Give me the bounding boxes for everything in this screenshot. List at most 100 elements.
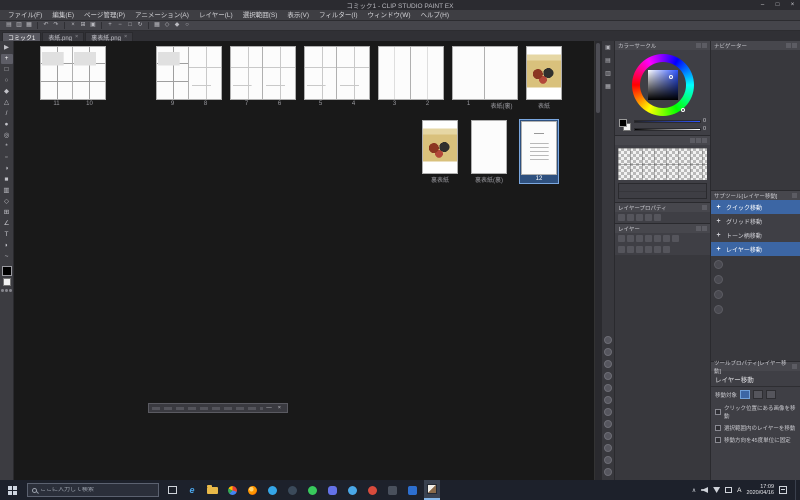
page-thumbnail[interactable] [189, 46, 222, 100]
collapsed-palette-icon[interactable] [604, 396, 612, 404]
collapsed-subtool-icon[interactable] [714, 290, 723, 299]
subtool-quick-move[interactable]: + クイック移動 [711, 200, 800, 214]
page-spread-11-10[interactable]: 11 10 [40, 46, 106, 107]
menu-selection[interactable]: 選択範囲(S) [238, 10, 283, 21]
gradient-tool[interactable]: ▥ [1, 186, 13, 196]
checkbox-icon[interactable] [715, 437, 721, 443]
fit-view-icon[interactable]: □ [125, 21, 135, 30]
eyedropper-tool[interactable]: ◆ [1, 87, 13, 97]
subtool-layer-move[interactable]: + レイヤー移動 [711, 242, 800, 256]
inside-back-cover-thumbnail[interactable]: 裏表紙(裏) [471, 120, 507, 184]
rotate-view-icon[interactable]: ↻ [135, 21, 145, 30]
menu-window[interactable]: ウィンドウ(W) [363, 10, 416, 21]
chrome-icon[interactable] [224, 480, 240, 500]
copy-icon[interactable]: ⊞ [78, 21, 88, 30]
volume-icon[interactable] [701, 487, 709, 493]
start-button[interactable] [0, 480, 24, 500]
eraser-tool[interactable]: ▫ [1, 153, 13, 163]
panel-menu-icons[interactable] [696, 43, 707, 48]
collapsed-palette-icon[interactable] [604, 432, 612, 440]
dialog-close-button[interactable]: × [275, 404, 284, 413]
menu-filter[interactable]: フィルター(I) [314, 10, 363, 21]
blend-tool[interactable]: ◑ [1, 164, 13, 174]
figure-tool[interactable]: ◇ [1, 197, 13, 207]
option-move-image-at-click[interactable]: クリック位置にある画像を移動 [711, 402, 800, 422]
correction-tool[interactable]: ~ [1, 252, 13, 262]
menu-file[interactable]: ファイル(F) [3, 10, 47, 21]
menu-layer[interactable]: レイヤー(L) [194, 10, 238, 21]
zoom-in-icon[interactable]: + [105, 21, 115, 30]
page-thumbnail[interactable] [304, 46, 337, 100]
display-icon[interactable] [725, 487, 733, 493]
new-icon[interactable]: ▤ [4, 21, 14, 30]
move-target-option-1[interactable] [740, 390, 751, 399]
sub-tool-header[interactable]: サブツール[レイヤー移動] [711, 191, 800, 200]
text-tool[interactable]: T [1, 230, 13, 240]
clip-studio-paint-icon[interactable] [424, 480, 440, 500]
steam-icon[interactable] [284, 480, 300, 500]
maximize-button[interactable]: □ [770, 0, 785, 10]
line-icon[interactable] [304, 480, 320, 500]
sv-picker-dot[interactable] [668, 75, 673, 79]
collapsed-palette-icon[interactable] [604, 456, 612, 464]
page-thumbnail[interactable] [485, 46, 518, 100]
layer-panel-header[interactable]: レイヤー [615, 224, 710, 233]
value-slider[interactable] [634, 127, 701, 131]
snap-ruler-icon[interactable]: ◇ [162, 21, 172, 30]
front-cover-thumbnail[interactable]: 表紙 [526, 46, 562, 110]
page-thumbnail-12-selected[interactable]: 12 [519, 119, 559, 184]
minimize-button[interactable]: – [755, 0, 770, 10]
move-target-option-2[interactable] [753, 390, 764, 399]
selection-tool[interactable]: □ [1, 65, 13, 75]
airbrush-tool[interactable]: ◎ [1, 131, 13, 141]
page-thumbnail[interactable] [40, 46, 73, 100]
action-center-button[interactable] [779, 486, 787, 494]
snap-off-icon[interactable]: ○ [182, 21, 192, 30]
hue-picker-dot[interactable] [680, 108, 685, 112]
menu-animation[interactable]: アニメーション(A) [130, 10, 194, 21]
frame-border-tool[interactable]: ⊞ [1, 208, 13, 218]
panel-menu-icons[interactable] [792, 364, 797, 369]
pen-tool[interactable]: △ [1, 98, 13, 108]
layer-property-header[interactable]: レイヤープロパティ [615, 203, 710, 212]
edge-icon[interactable]: e [184, 480, 200, 500]
panel-menu-icons[interactable] [702, 205, 707, 210]
page-thumbnail[interactable] [263, 46, 296, 100]
page-spread-9-8[interactable]: 98 [156, 46, 222, 107]
saturation-value-square[interactable] [647, 70, 678, 100]
menu-edit[interactable]: 編集(E) [47, 10, 79, 21]
layer-move-tool[interactable]: + [0, 54, 13, 64]
page-thumbnail[interactable] [526, 46, 562, 100]
tab-comic1[interactable]: コミック1 [2, 32, 42, 42]
collapsed-palette-icon[interactable] [604, 444, 612, 452]
page-spread-1-inside-cover[interactable]: 1 表紙(裏) [452, 46, 518, 110]
menu-help[interactable]: ヘルプ(H) [416, 10, 455, 21]
zoom-out-icon[interactable]: − [115, 21, 125, 30]
brush-tool[interactable]: ● [1, 120, 13, 130]
skype-icon[interactable] [264, 480, 280, 500]
save-icon[interactable]: ▦ [24, 21, 34, 30]
panel-menu-icons[interactable] [690, 138, 707, 143]
tab-back-cover-png[interactable]: 裏表紙.png × [85, 32, 134, 42]
ruler-tool[interactable]: ∠ [1, 219, 13, 229]
material-palette-icon[interactable]: ▤ [603, 57, 613, 66]
page-thumbnail[interactable] [521, 121, 557, 175]
dark-app-icon[interactable] [384, 480, 400, 500]
task-view-button[interactable] [164, 480, 180, 500]
page-spread-3-2[interactable]: 32 [378, 46, 444, 107]
scrollbar-thumb[interactable] [596, 43, 600, 113]
search-input[interactable] [40, 487, 140, 493]
discord-icon[interactable] [324, 480, 340, 500]
panel-menu-icons[interactable] [696, 226, 707, 231]
page-manager-canvas[interactable]: 11 10 98 76 54 3 2 1 表紙(裏) 表紙 裏表紙 裏表紙(裏)… [14, 41, 601, 480]
collapsed-palette-icon[interactable] [604, 408, 612, 416]
color-circle-header[interactable]: カラーサークル [615, 41, 710, 50]
subtool-tone-move[interactable]: + トーン柄移動 [711, 228, 800, 242]
current-color-chips[interactable] [619, 119, 631, 131]
collapsed-palette-icon[interactable] [604, 336, 612, 344]
canvas-scrollbar[interactable] [594, 41, 601, 480]
pencil-tool[interactable]: / [1, 109, 13, 119]
checkbox-icon[interactable] [715, 425, 721, 431]
information-palette-icon[interactable]: ▦ [603, 83, 613, 92]
close-icon[interactable]: × [124, 34, 127, 40]
